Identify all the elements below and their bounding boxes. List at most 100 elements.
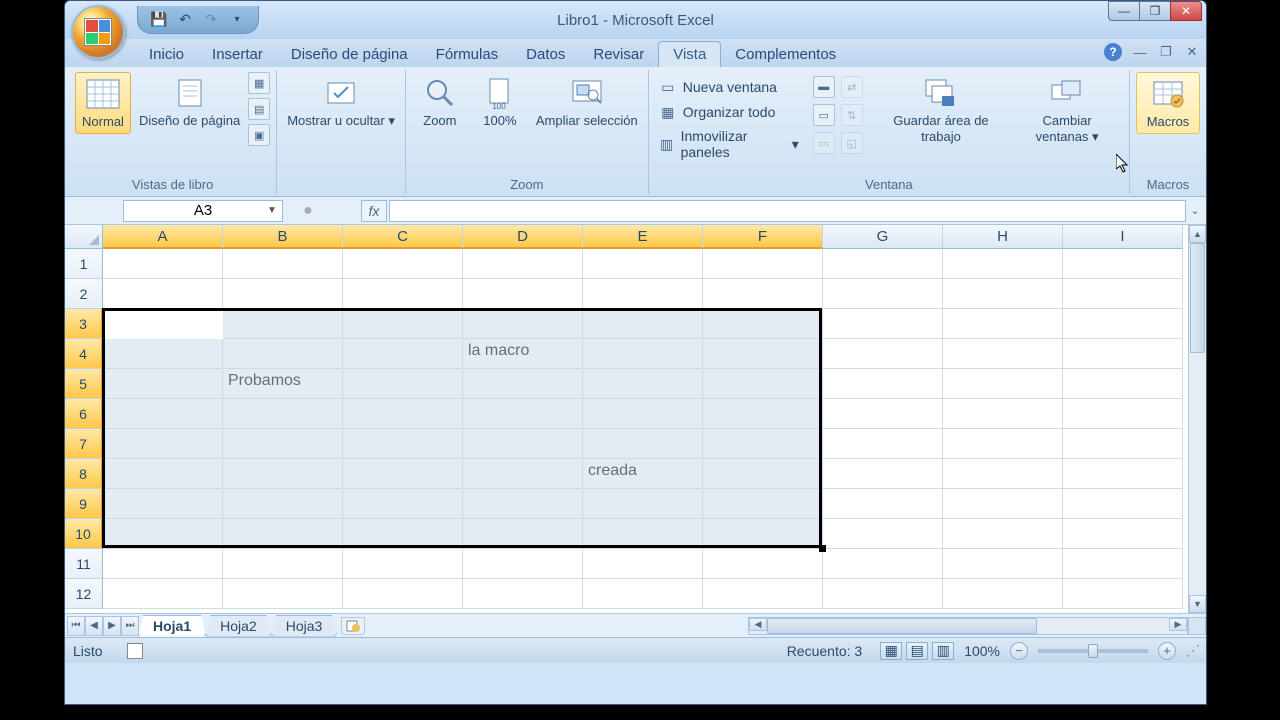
- last-sheet-icon[interactable]: ⏭: [121, 616, 139, 636]
- zoom-selection-button[interactable]: Ampliar selección: [532, 72, 642, 132]
- cell-C7[interactable]: [343, 429, 463, 459]
- cell-D10[interactable]: [463, 519, 583, 549]
- cell-B4[interactable]: [223, 339, 343, 369]
- prev-sheet-icon[interactable]: ◀: [85, 616, 103, 636]
- zoom-in-button[interactable]: +: [1158, 642, 1176, 660]
- arrange-all-button[interactable]: ▦Organizar todo: [655, 101, 803, 123]
- cell-F9[interactable]: [703, 489, 823, 519]
- select-all-corner[interactable]: [65, 225, 103, 249]
- cell-A2[interactable]: [103, 279, 223, 309]
- cell-F10[interactable]: [703, 519, 823, 549]
- freeze-panes-button[interactable]: ▥Inmovilizar paneles ▾: [655, 126, 803, 162]
- cell-F8[interactable]: [703, 459, 823, 489]
- undo-icon[interactable]: ↶: [176, 11, 194, 29]
- column-header-I[interactable]: I: [1063, 225, 1183, 249]
- row-header-12[interactable]: 12: [65, 579, 103, 609]
- cell-B6[interactable]: [223, 399, 343, 429]
- cell-D5[interactable]: [463, 369, 583, 399]
- titlebar[interactable]: 💾 ↶ ↷ ▾ Libro1 - Microsoft Excel — ❐ ✕: [65, 1, 1206, 39]
- cell-H9[interactable]: [943, 489, 1063, 519]
- cell-D7[interactable]: [463, 429, 583, 459]
- office-button[interactable]: [71, 5, 125, 59]
- column-header-E[interactable]: E: [583, 225, 703, 249]
- cell-A6[interactable]: [103, 399, 223, 429]
- cell-G10[interactable]: [823, 519, 943, 549]
- cell-G12[interactable]: [823, 579, 943, 609]
- cell-G1[interactable]: [823, 249, 943, 279]
- cell-A11[interactable]: [103, 549, 223, 579]
- side-by-side-icon[interactable]: ⇄: [841, 76, 863, 98]
- cell-I11[interactable]: [1063, 549, 1183, 579]
- cell-B2[interactable]: [223, 279, 343, 309]
- scroll-down-icon[interactable]: ▼: [1189, 595, 1206, 613]
- cell-I7[interactable]: [1063, 429, 1183, 459]
- hide-icon[interactable]: ▭: [813, 104, 835, 126]
- vertical-scrollbar[interactable]: ▲ ▼: [1188, 225, 1206, 613]
- tab-diseno-pagina[interactable]: Diseño de página: [277, 42, 422, 67]
- cell-E10[interactable]: [583, 519, 703, 549]
- cell-I12[interactable]: [1063, 579, 1183, 609]
- new-window-button[interactable]: ▭Nueva ventana: [655, 76, 803, 98]
- cell-C9[interactable]: [343, 489, 463, 519]
- cell-E3[interactable]: [583, 309, 703, 339]
- cell-F6[interactable]: [703, 399, 823, 429]
- row-header-11[interactable]: 11: [65, 549, 103, 579]
- maximize-button[interactable]: ❐: [1139, 1, 1171, 21]
- cell-B11[interactable]: [223, 549, 343, 579]
- normal-view-button[interactable]: Normal: [75, 72, 131, 134]
- scroll-right-icon[interactable]: ▶: [1169, 618, 1187, 631]
- cell-G9[interactable]: [823, 489, 943, 519]
- zoom-slider-thumb[interactable]: [1088, 644, 1098, 658]
- name-box[interactable]: A3 ▼: [123, 200, 283, 222]
- cell-I6[interactable]: [1063, 399, 1183, 429]
- cell-D9[interactable]: [463, 489, 583, 519]
- tab-revisar[interactable]: Revisar: [579, 42, 658, 67]
- cell-E9[interactable]: [583, 489, 703, 519]
- cell-D2[interactable]: [463, 279, 583, 309]
- scroll-left-icon[interactable]: ◀: [749, 618, 767, 631]
- column-headers[interactable]: ABCDEFGHI: [103, 225, 1188, 249]
- close-workbook-icon[interactable]: ✕: [1184, 45, 1200, 59]
- minimize-ribbon-icon[interactable]: —: [1132, 45, 1148, 59]
- cell-G8[interactable]: [823, 459, 943, 489]
- normal-view-status-icon[interactable]: ▦: [880, 642, 902, 660]
- save-icon[interactable]: 💾: [150, 11, 168, 29]
- sheet-tab-hoja1[interactable]: Hoja1: [138, 615, 206, 637]
- cell-G7[interactable]: [823, 429, 943, 459]
- cell-F1[interactable]: [703, 249, 823, 279]
- cell-A9[interactable]: [103, 489, 223, 519]
- cell-C6[interactable]: [343, 399, 463, 429]
- row-header-8[interactable]: 8: [65, 459, 103, 489]
- tab-vista[interactable]: Vista: [658, 41, 721, 67]
- cell-B5[interactable]: Probamos: [223, 369, 343, 399]
- column-header-D[interactable]: D: [463, 225, 583, 249]
- cell-I1[interactable]: [1063, 249, 1183, 279]
- zoom-button[interactable]: Zoom: [412, 72, 468, 132]
- hscroll-thumb[interactable]: [767, 618, 1037, 634]
- split-icon[interactable]: ▬: [813, 76, 835, 98]
- cell-B12[interactable]: [223, 579, 343, 609]
- vscroll-thumb[interactable]: [1190, 243, 1205, 353]
- cell-C2[interactable]: [343, 279, 463, 309]
- cell-I3[interactable]: [1063, 309, 1183, 339]
- cell-I4[interactable]: [1063, 339, 1183, 369]
- formula-bar[interactable]: [389, 200, 1186, 222]
- cell-B1[interactable]: [223, 249, 343, 279]
- scroll-up-icon[interactable]: ▲: [1189, 225, 1206, 243]
- cell-D3[interactable]: [463, 309, 583, 339]
- cell-I10[interactable]: [1063, 519, 1183, 549]
- cell-F4[interactable]: [703, 339, 823, 369]
- row-header-10[interactable]: 10: [65, 519, 103, 549]
- cell-I2[interactable]: [1063, 279, 1183, 309]
- cell-G6[interactable]: [823, 399, 943, 429]
- row-header-2[interactable]: 2: [65, 279, 103, 309]
- tab-insertar[interactable]: Insertar: [198, 42, 277, 67]
- redo-icon[interactable]: ↷: [202, 11, 220, 29]
- cell-F7[interactable]: [703, 429, 823, 459]
- page-break-preview-icon[interactable]: ▦: [248, 72, 270, 94]
- worksheet-grid[interactable]: ABCDEFGHI 123456789101112 la macroProbam…: [65, 225, 1206, 613]
- cell-C4[interactable]: [343, 339, 463, 369]
- cell-I9[interactable]: [1063, 489, 1183, 519]
- reset-position-icon[interactable]: ◱: [841, 132, 863, 154]
- first-sheet-icon[interactable]: ⏮: [67, 616, 85, 636]
